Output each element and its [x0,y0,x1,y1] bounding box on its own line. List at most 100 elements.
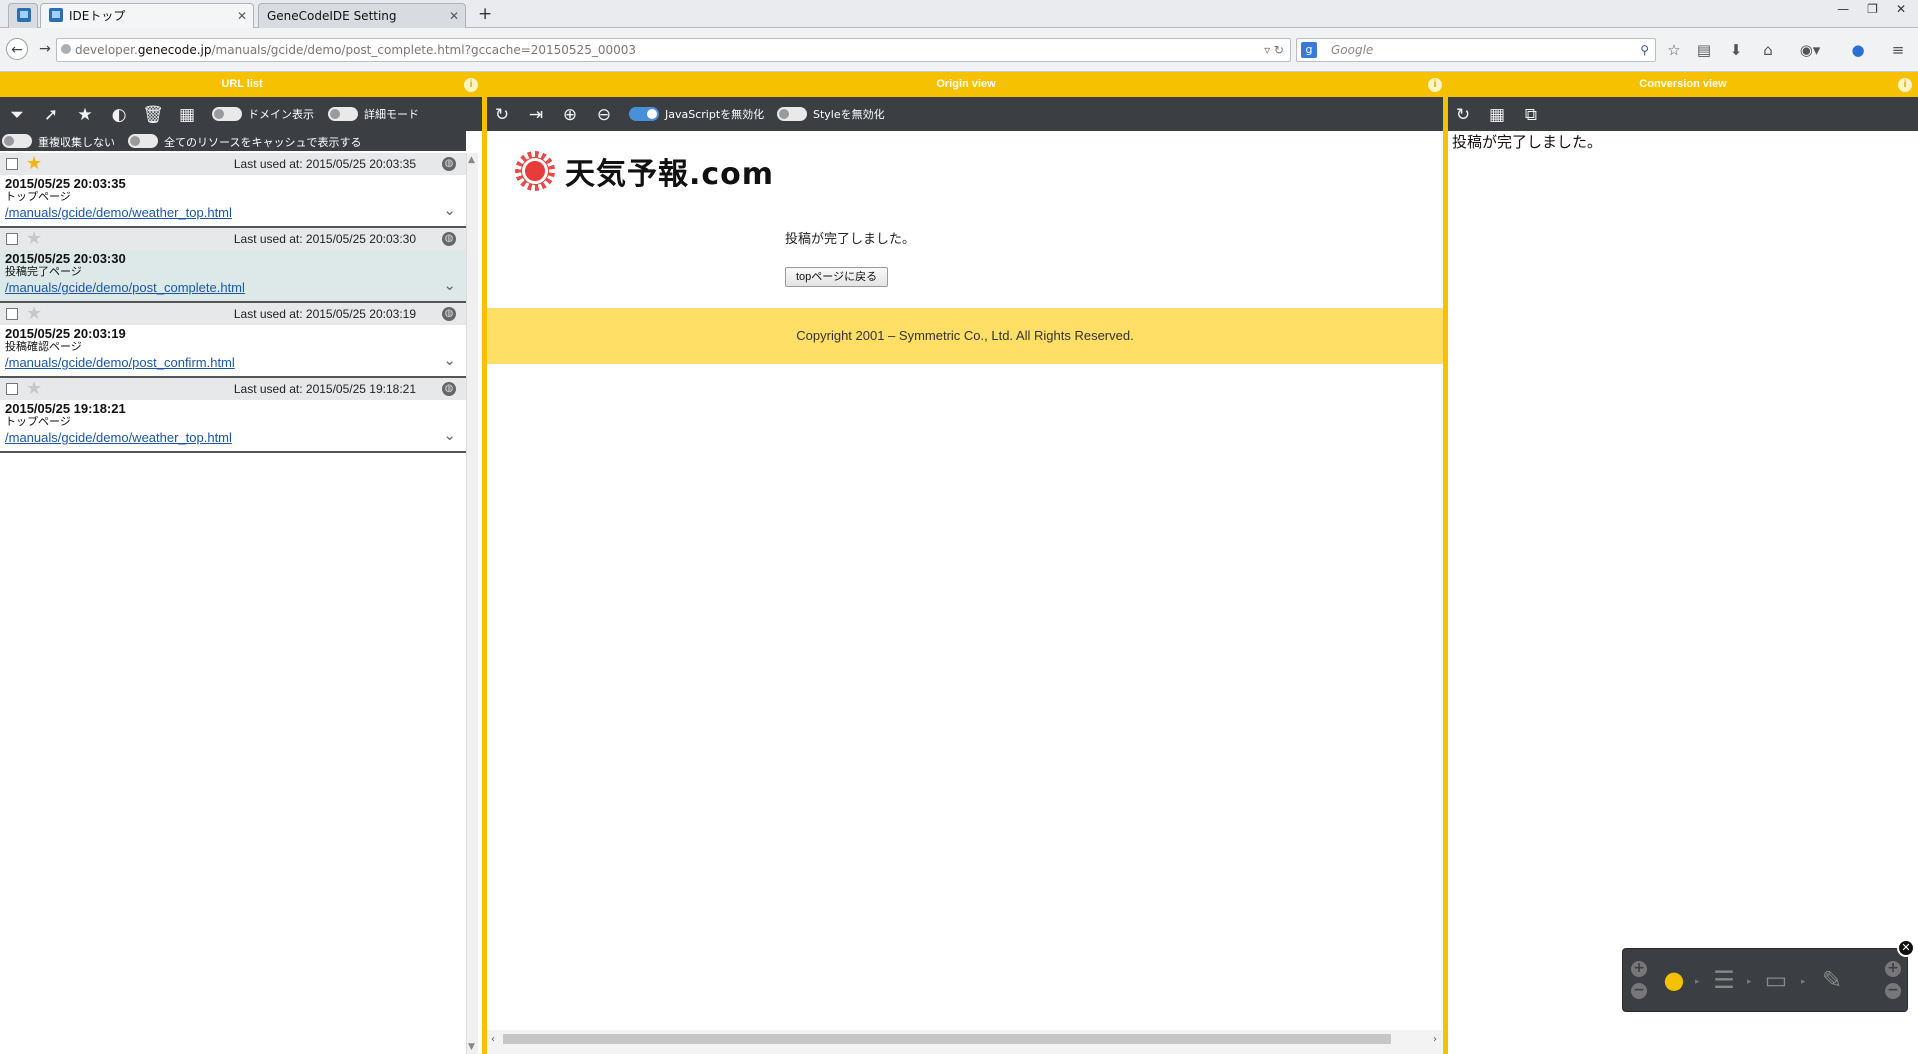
url-list-scrollbar[interactable]: ▲ ▼ [466,153,478,1054]
reload-icon[interactable]: ↻ [1452,104,1474,126]
site-logo[interactable]: 天気予報.com [515,149,774,193]
cache-all-toggle[interactable] [128,134,158,148]
chevron-down-icon[interactable]: ⌄ [443,426,456,444]
back-button[interactable]: ← [6,38,28,60]
pointer-icon[interactable]: ➚ [40,104,62,126]
last-used-text: Last used at: 2015/05/25 20:03:35 [233,157,416,171]
palette-icon[interactable]: ✎ [1815,963,1849,997]
scroll-down-icon[interactable]: ▼ [468,1042,475,1052]
window-controls: — ❐ ✕ [1837,0,1918,20]
domain-toggle-label: ドメイン表示 [248,108,314,121]
floating-device-palette[interactable]: ✕ + − ● ▸ ☰ ▸ ▭ ▸ ✎ + − [1622,939,1915,1012]
item-path-link[interactable]: /manuals/gcide/demo/weather_top.html [5,430,232,445]
chevron-down-icon[interactable]: ⌄ [443,351,456,369]
plus-icon[interactable]: + [1631,961,1647,977]
search-icon[interactable]: ⚲ [1640,39,1649,61]
browser-window-icon[interactable]: ▭ [1759,963,1793,997]
trash-icon[interactable]: 🗑 [142,104,164,126]
reload-icon[interactable]: ▿ ↻ [1264,39,1284,61]
last-used-text: Last used at: 2015/05/25 20:03:30 [233,232,416,246]
item-path-link[interactable]: /manuals/gcide/demo/post_confirm.html [5,355,235,370]
globe-icon[interactable]: ◍ [442,157,456,171]
arrow-icon: ▸ [1801,977,1806,987]
download-icon[interactable]: ⬇ [1726,40,1746,60]
open-window-icon[interactable]: ⧉ [1520,104,1542,126]
globe-icon[interactable]: ◍ [442,382,456,396]
close-icon[interactable]: ✕ [1897,939,1915,957]
scrollbar-thumb[interactable] [503,1034,1391,1044]
info-icon[interactable]: i [1898,78,1912,92]
close-window-button[interactable]: ✕ [1896,0,1906,20]
star-icon[interactable]: ★ [74,104,96,126]
home-icon[interactable]: ⌂ [1758,40,1778,60]
minus-icon[interactable]: − [1631,983,1647,999]
item-checkbox[interactable] [6,308,18,320]
url-list-item[interactable]: ★ Last used at: 2015/05/25 20:03:19 ◍ 20… [0,303,466,378]
tab-ide-top[interactable]: IDEトップ ✕ [40,3,254,29]
plus-icon[interactable]: + [1885,961,1901,977]
zoom-in-icon[interactable]: ⊕ [559,104,581,126]
open-external-icon[interactable]: ⇥ [525,104,547,126]
info-icon[interactable]: i [1428,78,1442,92]
origin-horizontal-scrollbar[interactable]: ‹ › [487,1030,1443,1054]
domain-toggle[interactable] [212,107,242,121]
qr-code-icon[interactable]: ▦ [176,104,198,126]
close-tab-icon[interactable]: ✕ [237,4,247,28]
globe-icon[interactable]: ◍ [442,232,456,246]
contrast-icon[interactable]: ◐ [108,104,130,126]
scroll-up-icon[interactable]: ▲ [468,155,475,165]
filter-icon[interactable]: ⏷ [6,104,28,126]
qr-code-icon[interactable]: ▦ [1486,104,1508,126]
reading-list-icon[interactable]: ▤ [1694,40,1714,60]
new-tab-button[interactable]: + [478,4,492,24]
chevron-down-icon[interactable]: ⌄ [443,276,456,294]
favorite-star-icon[interactable]: ★ [26,378,42,400]
bookmark-star-icon[interactable]: ☆ [1664,40,1684,60]
url-prefix: developer. [75,43,138,57]
tab-genecode-setting[interactable]: GeneCodeIDE Setting ✕ [258,3,466,29]
app-favicon-icon [49,8,63,22]
back-to-top-button[interactable]: topページに戻る [785,267,889,287]
favorite-star-icon[interactable]: ★ [26,303,42,325]
zoom-out-icon[interactable]: ⊖ [593,104,615,126]
scroll-right-icon[interactable]: › [1433,1034,1437,1045]
item-path-link[interactable]: /manuals/gcide/demo/post_complete.html [5,280,245,295]
globe-icon[interactable]: ◍ [442,307,456,321]
restore-button[interactable]: ❐ [1867,0,1878,20]
globe-icon[interactable]: ● [1657,963,1691,997]
app-favicon-icon [17,8,31,22]
extension-icon[interactable]: ● [1848,40,1868,60]
url-list-item[interactable]: ★ Last used at: 2015/05/25 19:18:21 ◍ 20… [0,378,466,453]
favorite-star-icon[interactable]: ★ [26,228,42,250]
address-bar[interactable]: developer.genecode.jp/manuals/gcide/demo… [56,38,1291,62]
scroll-left-icon[interactable]: ‹ [491,1034,495,1045]
item-page-title: 投稿完了ページ [5,265,82,278]
minus-icon[interactable]: − [1885,983,1901,999]
site-info-icon[interactable] [61,44,71,54]
item-checkbox[interactable] [6,158,18,170]
item-checkbox[interactable] [6,233,18,245]
disable-javascript-toggle[interactable] [629,107,659,121]
server-icon[interactable]: ☰ [1707,963,1741,997]
disable-style-toggle[interactable] [777,107,807,121]
addon-icon[interactable]: ◉▾ [1794,40,1826,60]
search-input[interactable]: g Google ⚲ [1296,38,1656,62]
url-list-item[interactable]: ★ Last used at: 2015/05/25 20:03:35 ◍ 20… [0,153,466,228]
forward-button[interactable]: → [34,38,56,60]
no-duplicate-toggle[interactable] [2,134,32,148]
chevron-down-icon[interactable]: ⌄ [443,201,456,219]
info-icon[interactable]: i [464,78,478,92]
url-list-item[interactable]: ★ Last used at: 2015/05/25 20:03:30 ◍ 20… [0,228,466,303]
detail-mode-toggle[interactable] [328,107,358,121]
reload-icon[interactable]: ↻ [491,104,513,126]
minimize-button[interactable]: — [1837,0,1849,20]
google-engine-icon[interactable]: g [1301,42,1317,58]
menu-icon[interactable]: ≡ [1888,40,1908,60]
browser-tab-bar: IDEトップ ✕ GeneCodeIDE Setting ✕ + — ❐ ✕ [0,0,1918,29]
url-path: /manuals/gcide/demo/post_complete.html?g… [211,43,637,57]
item-path-link[interactable]: /manuals/gcide/demo/weather_top.html [5,205,232,220]
favorite-star-icon[interactable]: ★ [26,153,42,175]
tab-pinned[interactable] [8,3,38,29]
item-checkbox[interactable] [6,383,18,395]
close-tab-icon[interactable]: ✕ [449,4,459,28]
